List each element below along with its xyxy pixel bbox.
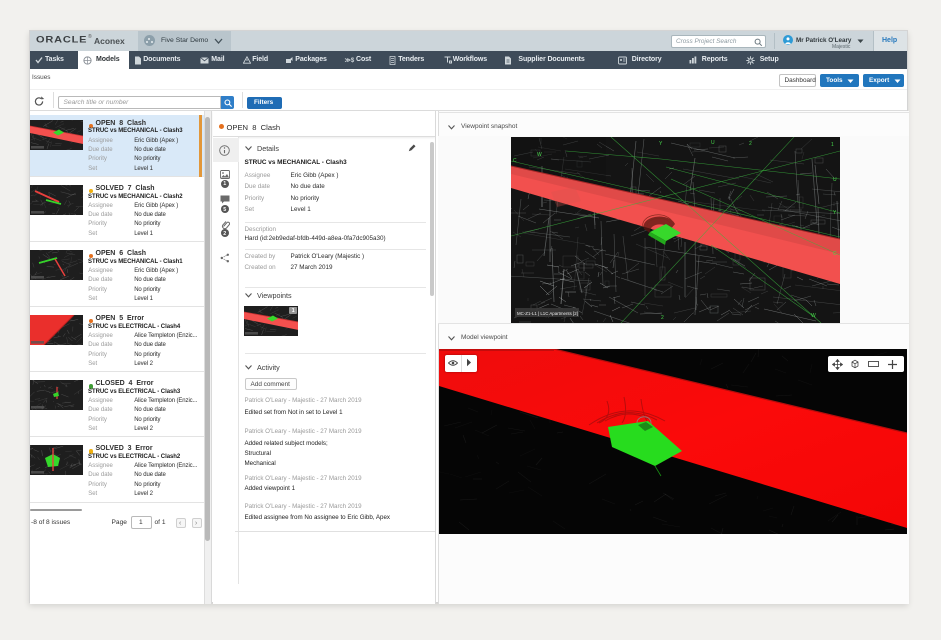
svg-text:1: 1 bbox=[831, 142, 834, 148]
svg-text:W: W bbox=[537, 152, 542, 158]
svg-text:C: C bbox=[833, 251, 837, 257]
svg-text:U: U bbox=[833, 177, 837, 183]
svg-text:2: 2 bbox=[749, 141, 752, 147]
svg-text:C: C bbox=[513, 158, 517, 164]
svg-text:MC-Z1-L1 | L1C Apartments [2]: MC-Z1-L1 | L1C Apartments [2] bbox=[517, 311, 578, 316]
svg-text:2: 2 bbox=[661, 315, 664, 321]
svg-text:W: W bbox=[811, 313, 816, 319]
svg-text:U: U bbox=[711, 140, 715, 146]
